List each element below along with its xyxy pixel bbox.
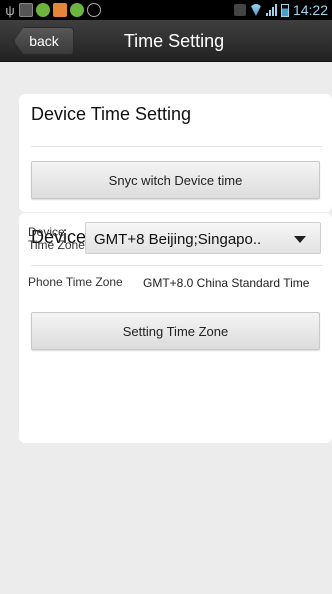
green-app-icon [70,3,84,17]
divider [31,146,322,147]
phone-time-zone-label: Phone Time Zone [28,275,123,289]
divider [31,265,322,266]
battery-icon [280,3,289,17]
device-time-title: Device Time Setting [31,104,192,124]
status-bar: ψ 14:22 [0,0,332,20]
circle-icon [87,3,101,17]
sync-device-time-button[interactable]: Snyc witch Device time [31,161,320,199]
phone-time-zone-value: GMT+8.0 China Standard Time [143,276,310,290]
system-icons: 14:22 [233,1,328,19]
title-bar: Time Setting back [0,20,332,62]
notification-icons: ψ [4,2,101,18]
green-app-icon [36,3,50,17]
back-button[interactable]: back [14,27,74,55]
usb-icon: ψ [5,3,15,18]
device-time-zone-select[interactable]: GMT+8 Beijing;Singapo.. [85,222,321,254]
clock: 14:22 [292,2,328,18]
document-icon [19,3,33,17]
mail-icon [233,4,246,16]
orange-app-icon [53,3,67,17]
device-time-card: Device Time Setting Snyc witch Device ti… [19,94,332,212]
set-time-zone-button[interactable]: Setting Time Zone [31,312,320,350]
chevron-down-icon [294,236,306,243]
wifi-icon [249,4,262,16]
device-time-zone-label: Device Time Zone [28,225,85,252]
device-time-zone-value: GMT+8 Beijing;Singapo.. [94,231,262,248]
signal-icon [265,4,277,16]
